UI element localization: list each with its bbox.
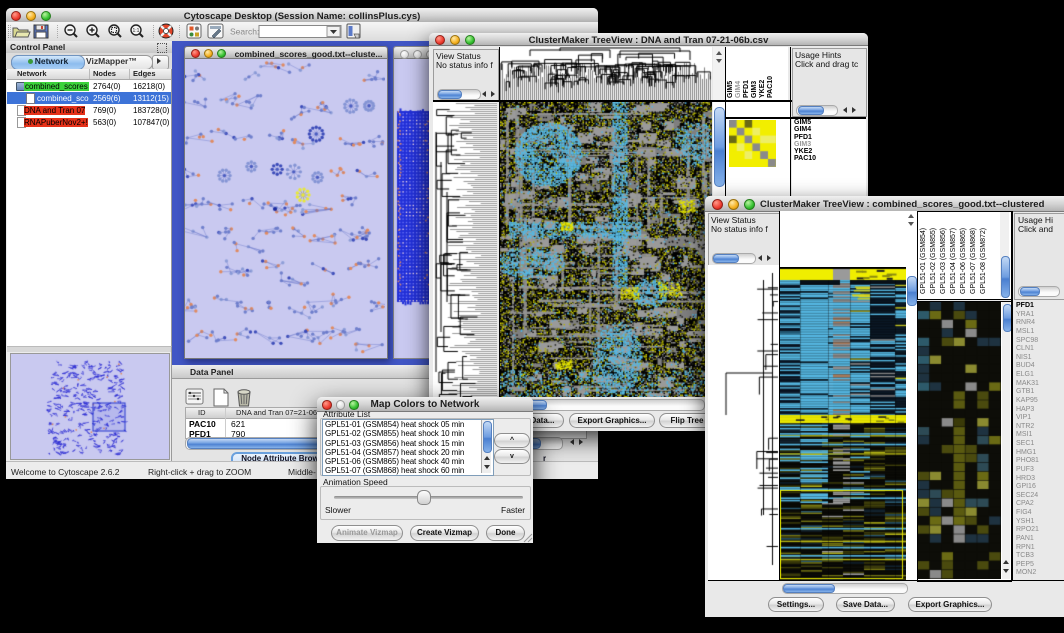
svg-text:1:1: 1:1: [133, 28, 140, 34]
svg-text:Search:: Search:: [230, 27, 259, 37]
